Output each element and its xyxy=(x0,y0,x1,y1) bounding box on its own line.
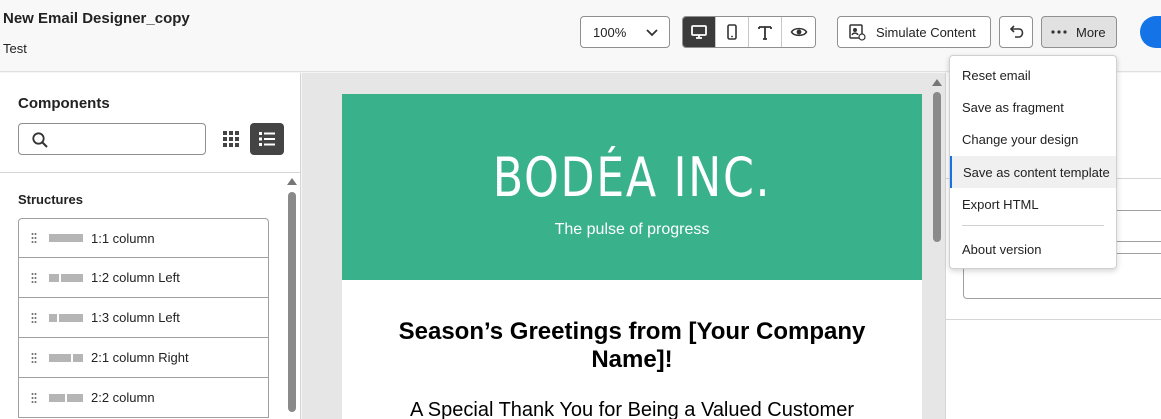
panel-divider xyxy=(946,319,1161,320)
zoom-select[interactable]: 100% xyxy=(580,16,670,48)
document-title: New Email Designer_copy xyxy=(3,10,190,27)
view-mode-group xyxy=(682,16,816,48)
more-menu: Reset email Save as fragment Change your… xyxy=(949,55,1117,269)
components-title: Components xyxy=(18,95,110,112)
simulate-content-button[interactable]: Simulate Content xyxy=(837,16,991,48)
document-subtitle: Test xyxy=(3,41,27,56)
structure-item[interactable]: 2:2 column xyxy=(18,378,269,418)
scroll-up-arrow-icon[interactable] xyxy=(932,79,942,86)
text-icon xyxy=(758,26,772,40)
structure-thumbnail xyxy=(49,273,85,282)
email-subheadline[interactable]: A Special Thank You for Being a Valued C… xyxy=(362,399,902,419)
scrollbar-thumb[interactable] xyxy=(288,192,296,412)
list-view-button[interactable] xyxy=(250,123,284,155)
grid-icon xyxy=(223,131,239,147)
drag-handle-icon[interactable] xyxy=(19,272,49,284)
structure-label: 1:1 column xyxy=(91,230,155,246)
more-button[interactable]: More xyxy=(1041,16,1117,48)
structure-item[interactable]: 1:2 column Left xyxy=(18,258,269,298)
tagline: The pulse of progress xyxy=(554,221,710,238)
mobile-icon xyxy=(727,24,737,40)
menu-item-save-as-fragment[interactable]: Save as fragment xyxy=(950,91,1116,123)
chevron-down-icon xyxy=(646,29,658,37)
menu-item-save-as-content-template[interactable]: Save as content template xyxy=(950,156,1116,188)
mobile-view-button[interactable] xyxy=(716,17,749,47)
menu-item-reset-email[interactable]: Reset email xyxy=(950,59,1116,91)
desktop-view-button[interactable] xyxy=(683,17,716,47)
eye-icon xyxy=(790,27,807,37)
structure-thumbnail xyxy=(49,313,85,322)
structure-item[interactable]: 1:3 column Left xyxy=(18,298,269,338)
menu-item-export-html[interactable]: Export HTML xyxy=(950,188,1116,220)
structure-thumbnail xyxy=(49,353,85,362)
panel-divider xyxy=(0,172,300,173)
components-search-input[interactable] xyxy=(18,123,206,155)
text-view-button[interactable] xyxy=(749,17,782,47)
canvas-scrollbar[interactable] xyxy=(931,79,943,419)
structure-thumbnail xyxy=(49,393,85,402)
drag-handle-icon[interactable] xyxy=(19,392,49,404)
email-preview[interactable]: BODÉA INC. The pulse of progress Season’… xyxy=(342,94,922,419)
menu-divider xyxy=(962,225,1104,226)
publish-button[interactable] xyxy=(1140,16,1161,48)
drag-handle-icon[interactable] xyxy=(19,312,49,324)
grid-view-button[interactable] xyxy=(218,126,244,152)
undo-icon xyxy=(1009,25,1024,38)
drag-handle-icon[interactable] xyxy=(19,232,49,244)
brand-logo-text: BODÉA INC. xyxy=(492,146,772,209)
preview-view-button[interactable] xyxy=(782,17,815,47)
search-icon xyxy=(32,132,48,148)
structure-label: 1:3 column Left xyxy=(91,310,180,325)
list-icon xyxy=(259,132,275,146)
structure-label: 2:1 column Right xyxy=(91,350,189,365)
structure-thumbnail xyxy=(49,234,85,242)
more-label: More xyxy=(1076,24,1106,40)
structure-item[interactable]: 2:1 column Right xyxy=(18,338,269,378)
simulate-content-label: Simulate Content xyxy=(876,24,976,40)
scrollbar-thumb[interactable] xyxy=(933,92,941,242)
structures-list: 1:1 column 1:2 column Left 1:3 column Le… xyxy=(18,218,269,418)
drag-handle-icon[interactable] xyxy=(19,352,49,364)
more-icon xyxy=(1051,30,1067,34)
structure-label: 1:2 column Left xyxy=(91,270,180,285)
scroll-up-arrow-icon[interactable] xyxy=(287,178,297,185)
email-hero-banner[interactable]: BODÉA INC. The pulse of progress xyxy=(342,94,922,280)
components-scrollbar[interactable] xyxy=(286,178,298,418)
structure-label: 2:2 column xyxy=(91,390,155,405)
components-panel: Components Structures 1:1 column 1:2 col… xyxy=(0,73,301,419)
structure-item[interactable]: 1:1 column xyxy=(18,218,269,258)
menu-item-about-version[interactable]: About version xyxy=(950,233,1116,265)
structures-title: Structures xyxy=(18,192,84,207)
email-canvas: BODÉA INC. The pulse of progress Season’… xyxy=(302,73,945,419)
email-headline[interactable]: Season’s Greetings from [Your Company Na… xyxy=(362,318,902,374)
desktop-icon xyxy=(691,25,707,39)
undo-button[interactable] xyxy=(999,16,1033,48)
menu-item-change-design[interactable]: Change your design xyxy=(950,123,1116,155)
simulate-icon xyxy=(849,24,866,41)
zoom-value: 100% xyxy=(593,24,627,40)
